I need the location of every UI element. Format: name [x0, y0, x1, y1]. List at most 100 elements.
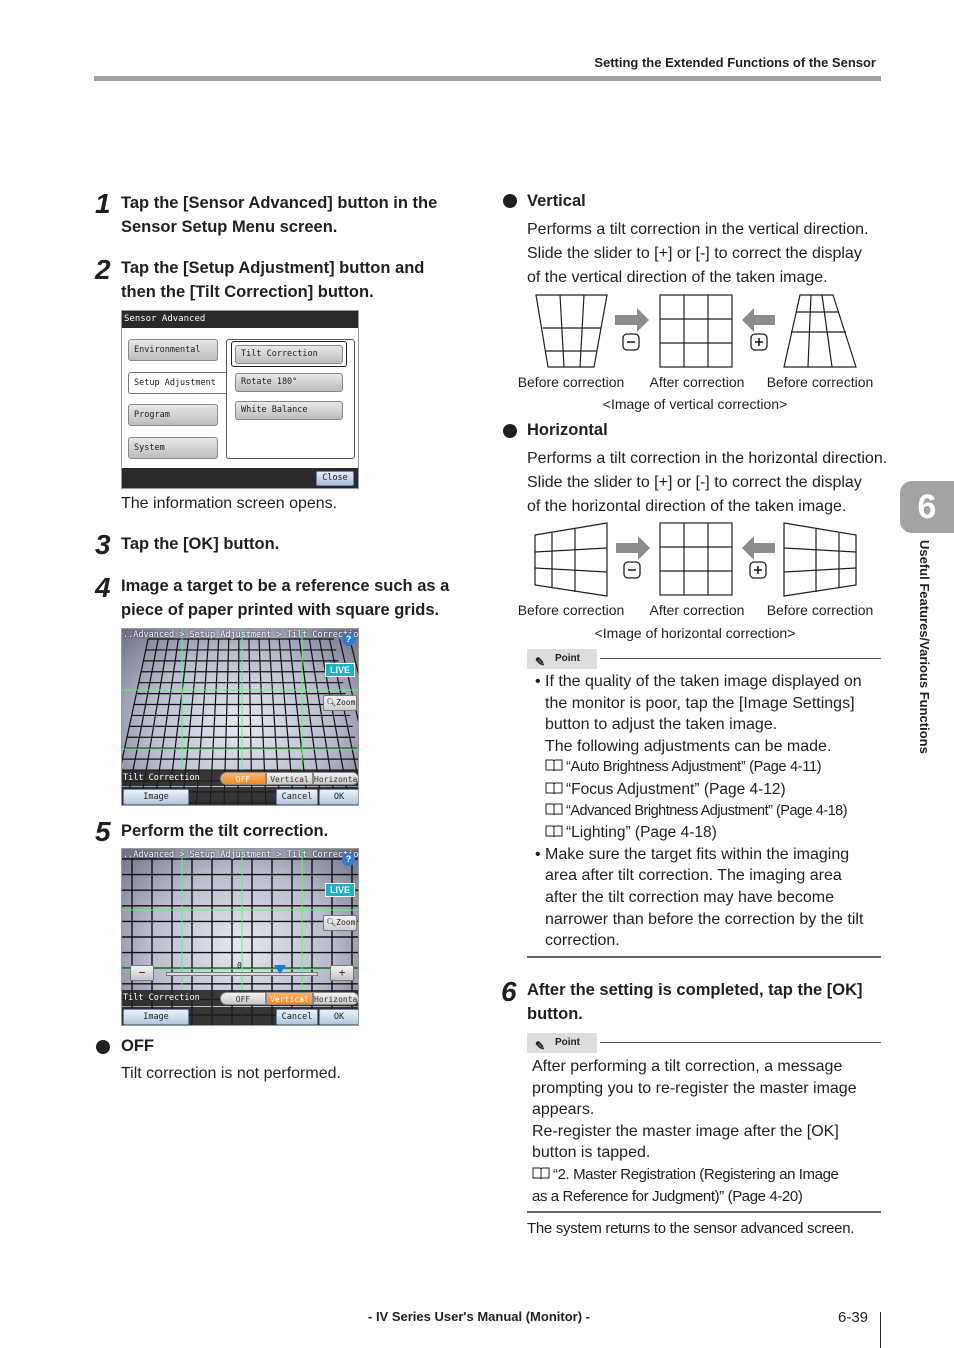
tilt-correction-button[interactable]: Tilt Correction: [235, 345, 343, 364]
text-line: Slide the slider to [+] or [-] to correc…: [527, 474, 862, 491]
image-settings-button[interactable]: Image Settings: [123, 789, 189, 805]
ok-button[interactable]: OK: [319, 1009, 358, 1025]
image-settings-button[interactable]: Image Settings: [123, 1009, 189, 1025]
step-1-line: Tap the [Sensor Advanced] button in the: [121, 194, 438, 212]
text-line: of the vertical direction of the taken i…: [527, 269, 828, 286]
info-screen-text: The information screen opens.: [121, 495, 338, 512]
footer-manual-title: - IV Series User's Manual (Monitor) -: [368, 1309, 590, 1324]
pen-icon: ✎: [535, 655, 546, 669]
reference-link[interactable]: “2. Master Registration (Registering an …: [532, 1164, 857, 1186]
figure-caption: <Image of horizontal correction>: [594, 625, 796, 641]
step-4-number: 4: [95, 572, 111, 603]
tilt-slider-track[interactable]: [166, 972, 318, 976]
zoom-button[interactable]: 🔍︎Zoom: [323, 695, 357, 711]
step-3-number: 3: [95, 529, 111, 560]
reference-link[interactable]: “Focus Adjustment” (Page 4-12): [545, 779, 863, 801]
text-line: of the horizontal direction of the taken…: [527, 498, 847, 515]
step-2-text: Tap the [Setup Adjustment] button and th…: [121, 256, 424, 304]
text-line: Re-register the master image after the […: [532, 1122, 839, 1140]
mode-horizontal-button[interactable]: Horizontal: [313, 772, 358, 785]
caption-after: After correction: [649, 374, 745, 390]
arrow-right-icon: [616, 536, 650, 560]
text-line: narrower than before the correction by t…: [545, 910, 864, 928]
tilt-correction-vertical-screenshot: ..Advanced > Setup Adjustment > Tilt Cor…: [121, 848, 359, 1026]
point-label-text: Point: [555, 1037, 580, 1048]
bullet-icon: [96, 1040, 110, 1054]
setup-adjustment-tab[interactable]: Setup Adjustment: [128, 372, 228, 394]
step-1-number: 1: [95, 188, 111, 219]
text-line: after the tilt correction may have becom…: [545, 888, 835, 906]
step-5-text: Perform the tilt correction.: [121, 822, 329, 840]
before-correction-horizontal-minus: [534, 522, 608, 597]
horizontal-heading: Horizontal: [527, 421, 608, 439]
slider-plus-button[interactable]: +: [330, 965, 354, 981]
text-line: button is tapped.: [532, 1144, 651, 1162]
mode-off-button[interactable]: OFF: [220, 772, 266, 785]
close-button[interactable]: Close: [316, 471, 354, 486]
reference-link[interactable]: “Auto Brightness Adjustment” (Page 4-11): [545, 757, 863, 779]
text-line: Performs a tilt correction in the horizo…: [527, 450, 888, 467]
point-end-rule: [527, 956, 881, 958]
text-line: area after tilt correction. The imaging …: [545, 867, 842, 885]
text-line: Performs a tilt correction in the vertic…: [527, 221, 869, 238]
text-line: correction.: [545, 932, 620, 950]
live-badge: LIVE: [325, 883, 355, 897]
header-rule: [94, 76, 881, 81]
bullet-icon: •: [535, 845, 541, 863]
screen-title: Sensor Advanced: [122, 311, 358, 328]
figure-caption: <Image of vertical correction>: [602, 396, 788, 412]
step-4-line: piece of paper printed with square grids…: [121, 601, 440, 619]
tilt-slider-thumb[interactable]: [274, 965, 286, 974]
book-icon: [545, 782, 563, 795]
program-button[interactable]: Program: [128, 404, 218, 426]
horizontal-description: Performs a tilt correction in the horizo…: [527, 447, 887, 519]
mode-horizontal-button[interactable]: Horizontal: [313, 992, 358, 1005]
rotate-180-button[interactable]: Rotate 180°: [235, 373, 343, 392]
text-line: If the quality of the taken image displa…: [545, 673, 862, 690]
step-6-line: button.: [527, 1005, 583, 1023]
help-icon[interactable]: ?: [342, 853, 355, 866]
reference-text: “2. Master Registration (Registering an …: [553, 1165, 839, 1183]
cancel-button[interactable]: Cancel: [276, 789, 318, 805]
vertical-correction-figure: [535, 294, 857, 368]
white-balance-button[interactable]: White Balance: [235, 401, 343, 420]
horizontal-correction-figure: [534, 522, 857, 597]
book-icon: [532, 1167, 550, 1180]
caption-before: Before correction: [517, 602, 625, 618]
point1-content: • If the quality of the taken image disp…: [535, 671, 863, 952]
system-button[interactable]: System: [128, 437, 218, 459]
mode-vertical-button[interactable]: Vertical: [266, 992, 313, 1005]
step-5-number: 5: [95, 816, 111, 847]
final-text: The system returns to the sensor advance…: [527, 1220, 855, 1237]
point-rule: [600, 658, 881, 659]
slider-minus-button[interactable]: −: [130, 965, 154, 981]
before-correction-vertical-plus: [783, 294, 857, 368]
environmental-button[interactable]: Environmental: [128, 339, 218, 361]
ok-button[interactable]: OK: [319, 789, 358, 805]
cancel-button[interactable]: Cancel: [276, 1009, 318, 1025]
arrow-left-icon: [742, 308, 775, 332]
chapter-tab[interactable]: 6: [900, 481, 954, 533]
help-icon[interactable]: ?: [342, 633, 355, 646]
arrow-right-icon: [615, 308, 649, 332]
after-correction-grid: [659, 522, 733, 596]
text-line: prompting you to re-register the master …: [532, 1079, 857, 1097]
text-line: Slide the slider to [+] or [-] to correc…: [527, 245, 862, 262]
caption-after: After correction: [649, 602, 745, 618]
zoom-button[interactable]: 🔍︎Zoom: [323, 915, 357, 931]
text-line: The following adjustments can be made.: [545, 737, 832, 755]
running-header: Setting the Extended Functions of the Se…: [594, 55, 876, 70]
tilt-correction-label: Tilt Correction: [123, 993, 200, 1003]
text-line: Make sure the target fits within the ima…: [545, 845, 850, 863]
point-label: ✎ Point: [527, 1033, 597, 1053]
bullet-item: • Make sure the target fits within the i…: [535, 844, 863, 952]
bullet-icon: [503, 424, 517, 438]
page-number: 6-39: [838, 1309, 869, 1326]
reference-link[interactable]: “Advanced Brightness Adjustment” (Page 4…: [545, 801, 863, 823]
mode-vertical-button[interactable]: Vertical: [266, 772, 313, 785]
mode-off-button[interactable]: OFF: [220, 992, 266, 1005]
point2-content: After performing a tilt correction, a me…: [532, 1056, 857, 1207]
off-heading: OFF: [121, 1037, 154, 1055]
after-correction-grid: [659, 294, 733, 368]
reference-link[interactable]: “Lighting” (Page 4-18): [545, 822, 863, 844]
